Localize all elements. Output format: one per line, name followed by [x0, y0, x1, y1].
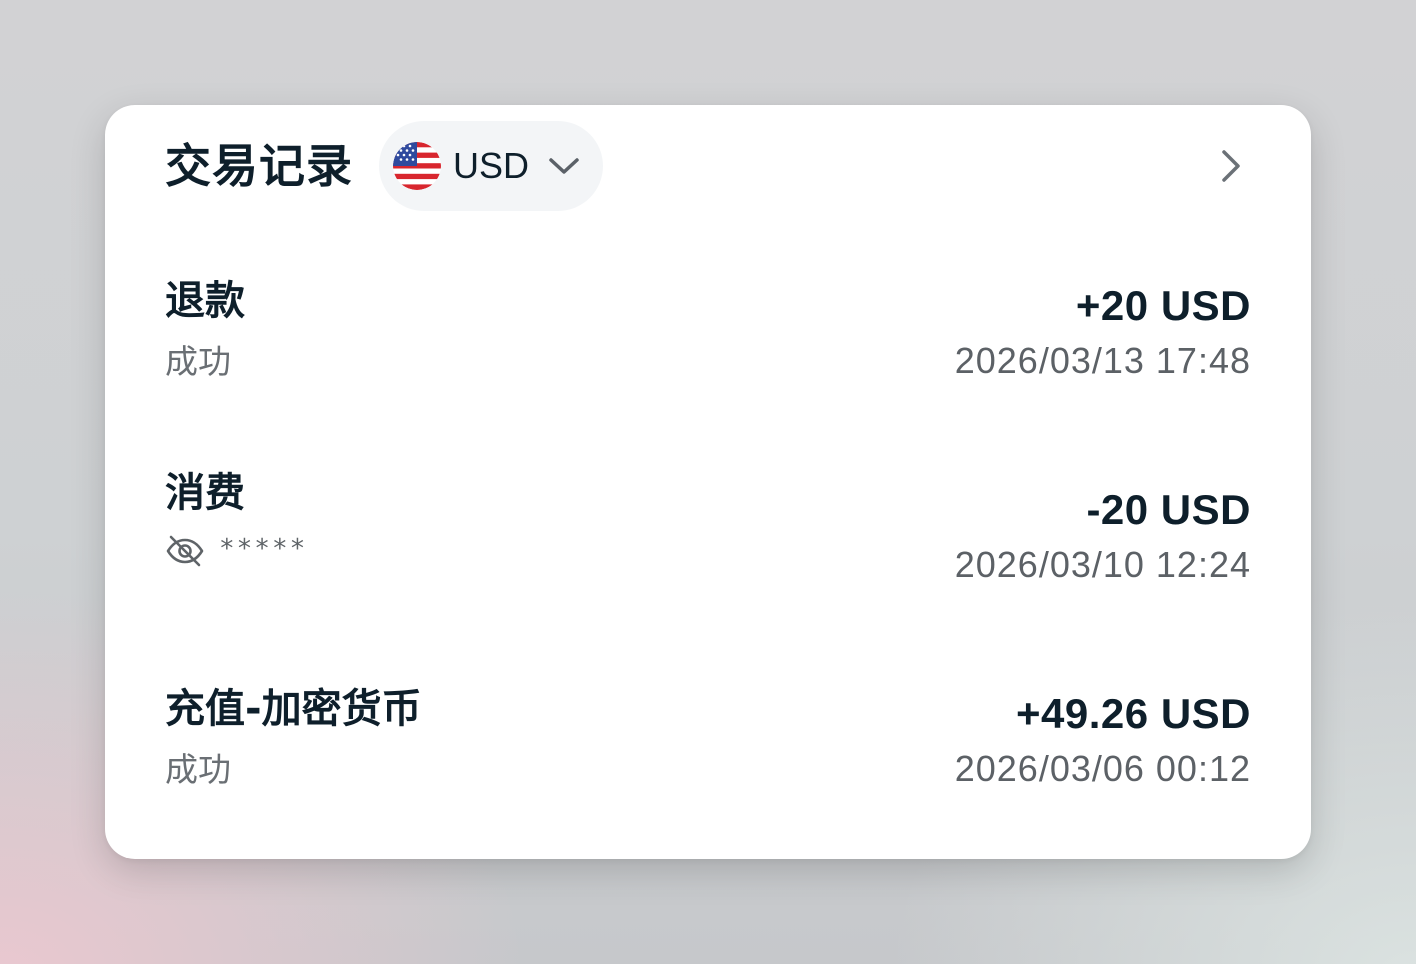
transaction-amount: +49.26 USD	[1016, 690, 1251, 737]
masked-status: *****	[165, 531, 307, 571]
transaction-amount: +20 USD	[1075, 282, 1251, 329]
eye-off-icon[interactable]	[165, 531, 205, 571]
transaction-list: 退款 成功 +20 USD 2026/03/13 17:48 消费 ***** …	[105, 105, 1311, 859]
transaction-title: 退款	[165, 278, 245, 324]
transaction-row-purchase[interactable]: 消费 ***** -20 USD 2026/03/10 12:24	[165, 473, 1251, 593]
transaction-status: 成功	[165, 342, 231, 381]
transaction-row-refund[interactable]: 退款 成功 +20 USD 2026/03/13 17:48	[165, 281, 1251, 401]
transaction-time: 2026/03/13 17:48	[954, 340, 1251, 381]
transaction-title: 消费	[165, 470, 245, 516]
transaction-amount: -20 USD	[1086, 486, 1251, 533]
transaction-title: 充值-加密货币	[165, 686, 422, 732]
transaction-records-card: 交易记录 USD 退款 成功 +20 USD 2026/03/13 17:48 …	[105, 105, 1311, 859]
transaction-status: 成功	[165, 750, 231, 789]
transaction-time: 2026/03/10 12:24	[954, 544, 1251, 585]
transaction-row-crypto-topup[interactable]: 充值-加密货币 成功 +49.26 USD 2026/03/06 00:12	[165, 689, 1251, 809]
masked-value: *****	[219, 534, 308, 564]
transaction-time: 2026/03/06 00:12	[954, 748, 1251, 789]
